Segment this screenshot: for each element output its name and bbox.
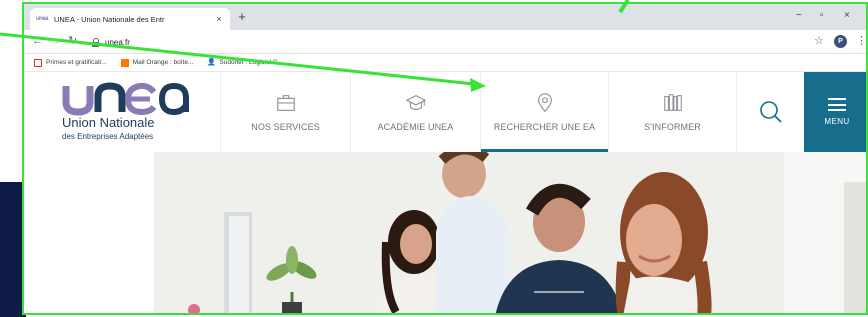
books-icon <box>663 94 682 111</box>
slide: unea UNEA - Union Nationale des Entr × +… <box>0 0 868 317</box>
nav-rechercher-une-ea[interactable]: RECHERCHER UNE EA <box>480 72 608 152</box>
nav-label: RECHERCHER UNE EA <box>493 122 596 132</box>
nav-label: S'INFORMER <box>644 122 701 132</box>
browser-window: unea UNEA - Union Nationale des Entr × +… <box>22 2 868 315</box>
orange-square-icon <box>120 58 129 67</box>
nav-s-informer[interactable]: S'INFORMER <box>608 72 736 152</box>
bookmark-primes[interactable]: Primes et gratificati... <box>34 58 107 67</box>
search-icon <box>759 101 782 123</box>
url-text: unea.fr <box>105 37 130 47</box>
hero-photo <box>24 152 866 313</box>
tab-title: UNEA - Union Nationale des Entr <box>54 14 165 24</box>
tab-strip: unea UNEA - Union Nationale des Entr × +… <box>24 4 866 30</box>
nav-academie-unea[interactable]: ACADÉMIE UNEA <box>350 72 480 152</box>
reload-icon[interactable]: ↻ <box>68 35 77 47</box>
search-button[interactable] <box>736 72 804 152</box>
nav-nos-services[interactable]: NOS SERVICES <box>220 72 350 152</box>
unea-logo[interactable]: Union Nationale des Entreprises Adaptées <box>54 78 204 148</box>
document-icon <box>34 58 42 67</box>
lock-icon <box>92 37 100 47</box>
menu-button[interactable]: MENU <box>804 72 866 152</box>
minimize-icon[interactable]: − <box>796 10 802 22</box>
unea-favicon-icon: unea <box>36 16 49 22</box>
browser-tab[interactable]: unea UNEA - Union Nationale des Entr × <box>30 8 230 30</box>
user-icon: 👤 <box>207 58 217 66</box>
address-bar[interactable]: unea.fr <box>92 34 812 50</box>
hero-people-illustration <box>154 152 866 313</box>
bookmark-star-icon[interactable]: ☆ <box>814 34 824 47</box>
bookmark-mail-orange[interactable]: Mail Orange : boîte... <box>120 58 194 67</box>
restore-icon[interactable]: ▫ <box>820 10 824 22</box>
profile-avatar[interactable]: P <box>834 35 847 48</box>
bookmark-sudonet[interactable]: 👤 Sudonet : Logiciel G... <box>207 59 283 67</box>
browser-toolbar: ← → ↻ unea.fr ☆ P ⋮ <box>24 30 866 54</box>
bookmark-label: Primes et gratificati... <box>46 59 107 66</box>
menu-label: MENU <box>824 117 850 126</box>
bookmark-label: Mail Orange : boîte... <box>132 59 194 66</box>
nav-label: ACADÉMIE UNEA <box>377 122 454 132</box>
nav-label: NOS SERVICES <box>251 122 320 132</box>
new-tab-button[interactable]: + <box>234 9 250 25</box>
bookmarks-bar: Primes et gratificati... Mail Orange : b… <box>24 54 866 72</box>
more-menu-icon[interactable]: ⋮ <box>856 34 866 47</box>
unea-logo-mark <box>62 82 189 116</box>
hamburger-icon <box>828 98 846 111</box>
briefcase-icon <box>276 95 295 111</box>
logo-subtitle: des Entreprises Adaptées <box>62 132 154 141</box>
location-pin-icon <box>537 93 552 113</box>
back-arrow-icon[interactable]: ← <box>32 35 43 47</box>
graduation-cap-icon <box>405 95 426 110</box>
bookmark-label: Sudonet : Logiciel G... <box>219 59 284 66</box>
close-window-icon[interactable]: × <box>844 10 850 22</box>
forward-arrow-icon[interactable]: → <box>50 35 61 47</box>
site-header: Union Nationale des Entreprises Adaptées… <box>24 72 866 152</box>
logo-name: Union Nationale <box>62 115 155 130</box>
close-tab-icon[interactable]: × <box>214 14 224 24</box>
